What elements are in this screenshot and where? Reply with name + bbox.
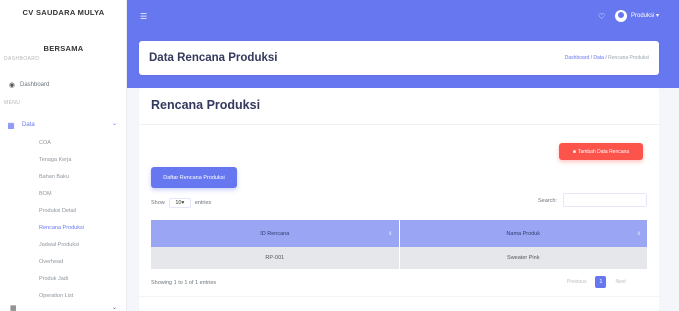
entries-select[interactable]: 10 ▾ xyxy=(168,198,191,208)
chevron-down-icon: ▾ xyxy=(181,200,185,206)
sidebar-section-menu: MENU xyxy=(4,100,21,106)
folder-icon: ■ xyxy=(572,148,576,155)
column-header-name[interactable]: Nama Produk ⇕ xyxy=(398,220,648,247)
flame-icon: ◉ xyxy=(8,82,15,89)
table-icon: ▦ xyxy=(10,305,17,311)
cell-id: RP-001 xyxy=(265,255,285,261)
brand-name-line2[interactable]: BERSAMA xyxy=(0,44,127,53)
page-title: Data Rencana Produksi xyxy=(149,52,278,64)
sort-icon: ⇕ xyxy=(636,230,641,237)
chevron-down-icon: ⌄ xyxy=(111,121,117,127)
entries-label: entries xyxy=(194,200,212,206)
bell-icon[interactable]: ♡ xyxy=(598,12,605,21)
table-header: ID Rencana ⇕ Nama Produk ⇕ xyxy=(151,220,647,247)
submenu-operation-list[interactable]: Operation List xyxy=(39,293,73,299)
search-label: Search: xyxy=(538,198,557,204)
chevron-down-icon: ⌄ xyxy=(111,305,117,311)
sidebar-item-data[interactable]: ▦ Data ⌄ xyxy=(0,117,127,133)
breadcrumb-dashboard[interactable]: Dashboard xyxy=(565,55,589,61)
entries-length: Show 10 ▾ entries xyxy=(151,198,211,208)
submenu-rencana-produksi[interactable]: Rencana Produksi xyxy=(39,225,84,231)
table-icon: ▦ xyxy=(7,120,15,130)
table-info: Showing 1 to 1 of 1 entries xyxy=(151,280,217,286)
sidebar-section-dashboard: DASHBOARD xyxy=(4,56,40,62)
section-header: Data Rencana Produksi Dashboard / Data /… xyxy=(139,41,659,75)
submenu-produksi-detail[interactable]: Produksi Detail xyxy=(39,208,76,214)
breadcrumb: Dashboard / Data / Rencana Produksi xyxy=(565,55,649,61)
next-page-button[interactable]: Next xyxy=(612,276,628,288)
submenu-overhead[interactable]: Overhead xyxy=(39,259,63,265)
add-plan-button[interactable]: ■ Tambah Data Rencana xyxy=(559,143,643,160)
submenu-tenaga-kerja[interactable]: Tenaga Kerja xyxy=(39,157,71,163)
breadcrumb-data[interactable]: Data xyxy=(593,55,604,61)
divider xyxy=(139,296,659,297)
previous-page-button[interactable]: Previous xyxy=(564,276,589,288)
search-input[interactable] xyxy=(563,193,647,207)
breadcrumb-current: Rencana Produksi xyxy=(608,55,649,61)
card-title: Rencana Produksi xyxy=(151,98,261,112)
user-dropdown[interactable]: Produksi ▾ xyxy=(631,12,659,19)
column-header-id[interactable]: ID Rencana ⇕ xyxy=(151,220,399,247)
show-label: Show xyxy=(151,200,165,206)
table-row: RP-001 Sweater Pink xyxy=(151,247,647,269)
data-table: ID Rencana ⇕ Nama Produk ⇕ RP-001 Sweate… xyxy=(151,220,647,269)
submenu-bom[interactable]: BOM xyxy=(39,191,52,197)
plan-list-button[interactable]: Daftar Rencana Produksi xyxy=(151,167,237,188)
cell-name: Sweater Pink xyxy=(398,247,648,269)
avatar[interactable] xyxy=(615,10,627,22)
pagination: Previous 1 Next xyxy=(564,276,629,288)
page-1-button[interactable]: 1 xyxy=(595,276,607,288)
sidebar-item-dashboard[interactable]: ◉ Dashboard xyxy=(0,78,127,92)
caret-down-icon: ▾ xyxy=(656,13,660,19)
menu-toggle-icon[interactable]: ☰ xyxy=(140,12,147,21)
sidebar-item-label: Dashboard xyxy=(20,82,50,88)
sidebar-item-label: Data xyxy=(22,122,35,128)
submenu-coa[interactable]: COA xyxy=(39,140,51,146)
content-card: Rencana Produksi ■ Tambah Data Rencana D… xyxy=(139,88,659,311)
user-name: Produksi xyxy=(631,13,655,19)
submenu-jadwal-produksi[interactable]: Jadwal Produksi xyxy=(39,242,79,248)
submenu-bahan-baku[interactable]: Bahan Baku xyxy=(39,174,69,180)
brand-name[interactable]: CV SAUDARA MULYA xyxy=(0,8,127,17)
divider xyxy=(139,124,659,125)
sidebar: CV SAUDARA MULYA BERSAMA DASHBOARD ◉ Das… xyxy=(0,0,127,311)
add-plan-button-label: Tambah Data Rencana xyxy=(577,148,630,155)
sort-icon: ⇕ xyxy=(388,230,393,237)
submenu-produk-jadi[interactable]: Produk Jadi xyxy=(39,276,68,282)
